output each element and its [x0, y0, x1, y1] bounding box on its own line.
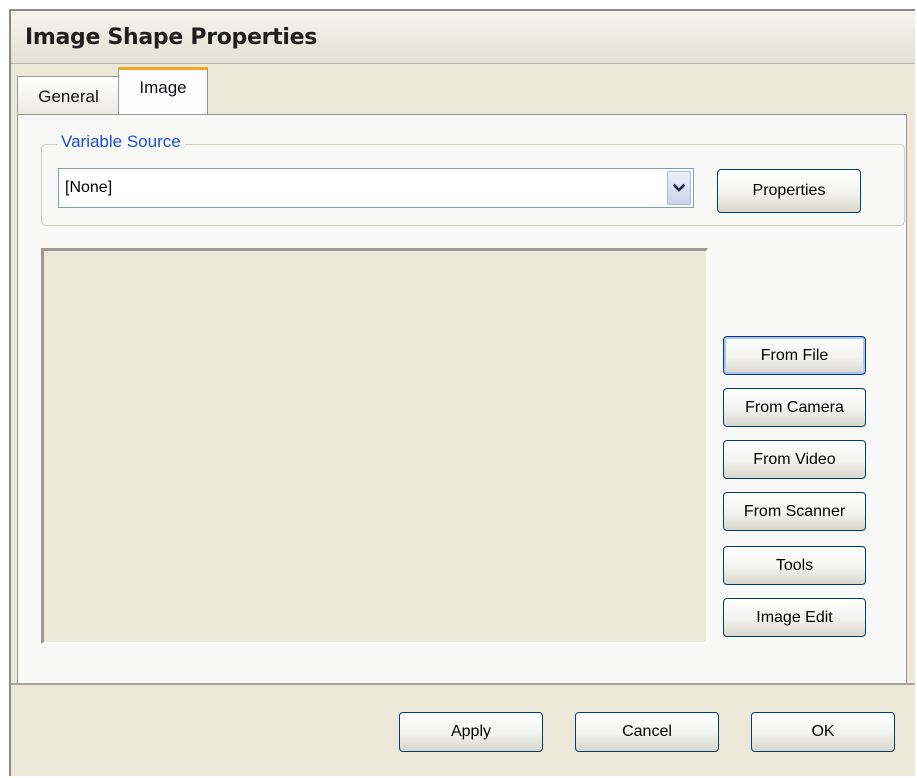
variable-source-group: Variable Source [None] Properties: [41, 132, 905, 226]
variable-source-dropdown[interactable]: [None]: [58, 168, 694, 208]
dropdown-arrow-button[interactable]: [667, 171, 691, 205]
dialog-title: Image Shape Properties: [25, 25, 318, 50]
apply-button[interactable]: Apply: [399, 712, 543, 752]
tab-image[interactable]: Image: [118, 67, 208, 115]
tools-button[interactable]: Tools: [723, 546, 866, 585]
title-bar[interactable]: Image Shape Properties: [11, 11, 915, 64]
tab-general[interactable]: General: [17, 76, 119, 113]
properties-button[interactable]: Properties: [717, 169, 861, 213]
ok-button[interactable]: OK: [751, 712, 895, 752]
image-shape-properties-dialog: Image Shape Properties General Image Var…: [9, 9, 915, 776]
from-video-button[interactable]: From Video: [723, 440, 866, 479]
image-preview-area: [41, 248, 708, 644]
variable-source-value: [None]: [65, 179, 113, 196]
from-file-button[interactable]: From File: [723, 336, 866, 375]
image-edit-button[interactable]: Image Edit: [723, 598, 866, 637]
variable-source-label: Variable Source: [57, 132, 185, 152]
from-scanner-button[interactable]: From Scanner: [723, 492, 866, 531]
tab-strip: General Image: [11, 63, 915, 115]
chevron-down-icon: [673, 183, 685, 192]
from-camera-button[interactable]: From Camera: [723, 388, 866, 427]
dialog-footer: Apply Cancel OK: [11, 683, 915, 778]
cancel-button[interactable]: Cancel: [575, 712, 719, 752]
image-tab-panel: Variable Source [None] Properties From F…: [17, 114, 907, 684]
